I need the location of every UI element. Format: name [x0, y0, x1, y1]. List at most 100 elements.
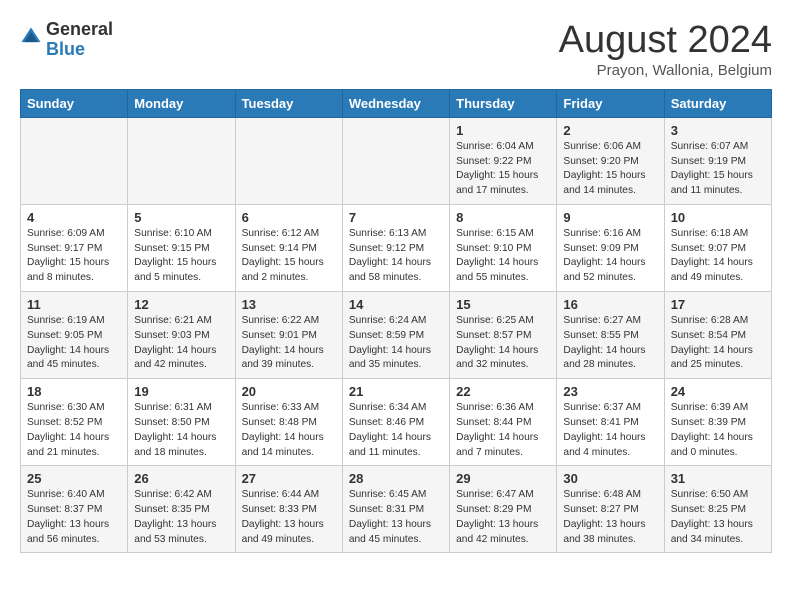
- day-number: 29: [456, 471, 550, 486]
- day-info: Sunrise: 6:42 AM Sunset: 8:35 PM Dayligh…: [134, 488, 228, 547]
- day-info: Sunrise: 6:39 AM Sunset: 8:39 PM Dayligh…: [671, 401, 765, 460]
- logo-general: General: [46, 20, 113, 40]
- day-info: Sunrise: 6:33 AM Sunset: 8:48 PM Dayligh…: [242, 401, 336, 460]
- day-info: Sunrise: 6:40 AM Sunset: 8:37 PM Dayligh…: [27, 488, 121, 547]
- day-number: 26: [134, 471, 228, 486]
- day-info: Sunrise: 6:44 AM Sunset: 8:33 PM Dayligh…: [242, 488, 336, 547]
- weekday-header-saturday: Saturday: [664, 89, 771, 117]
- calendar-cell: 10Sunrise: 6:18 AM Sunset: 9:07 PM Dayli…: [664, 204, 771, 291]
- calendar-cell: 20 Sunrise: 6:33 AM Sunset: 8:48 PM Dayli…: [235, 379, 342, 466]
- page-header: General Blue August 2024 Prayon, Walloni…: [20, 20, 772, 79]
- day-info: Sunrise: 6:27 AM Sunset: 8:55 PM Dayligh…: [563, 314, 657, 373]
- weekday-header-tuesday: Tuesday: [235, 89, 342, 117]
- day-info: Sunrise: 6:50 AM Sunset: 8:25 PM Dayligh…: [671, 488, 765, 547]
- weekday-header-thursday: Thursday: [450, 89, 557, 117]
- day-info: Sunrise: 6:30 AM Sunset: 8:52 PM Dayligh…: [27, 401, 121, 460]
- day-info: Sunrise: 6:24 AM Sunset: 8:59 PM Dayligh…: [349, 314, 443, 373]
- logo-blue: Blue: [46, 40, 113, 60]
- day-info: Sunrise: 6:47 AM Sunset: 8:29 PM Dayligh…: [456, 488, 550, 547]
- month-title: August 2024: [559, 20, 772, 62]
- day-number: 4: [27, 210, 121, 225]
- day-number: 9: [563, 210, 657, 225]
- day-info: Sunrise: 6:34 AM Sunset: 8:46 PM Dayligh…: [349, 401, 443, 460]
- calendar-cell: 15 Sunrise: 6:25 AM Sunset: 8:57 PM Dayli…: [450, 292, 557, 379]
- day-info: Sunrise: 6:12 AM Sunset: 9:14 PM Dayligh…: [242, 227, 336, 286]
- day-number: 11: [27, 297, 121, 312]
- calendar-cell: 30 Sunrise: 6:48 AM Sunset: 8:27 PM Dayli…: [557, 466, 664, 553]
- day-info: Sunrise: 6:48 AM Sunset: 8:27 PM Dayligh…: [563, 488, 657, 547]
- day-info: Sunrise: 6:18 AM Sunset: 9:07 PM Dayligh…: [671, 227, 765, 286]
- day-number: 18: [27, 384, 121, 399]
- location-subtitle: Prayon, Wallonia, Belgium: [559, 62, 772, 79]
- calendar-week-4: 18 Sunrise: 6:30 AM Sunset: 8:52 PM Dayli…: [21, 379, 772, 466]
- calendar-cell: 4 Sunrise: 6:09 AM Sunset: 9:17 PM Daylig…: [21, 204, 128, 291]
- calendar-cell: 18 Sunrise: 6:30 AM Sunset: 8:52 PM Dayli…: [21, 379, 128, 466]
- calendar-week-5: 25 Sunrise: 6:40 AM Sunset: 8:37 PM Dayli…: [21, 466, 772, 553]
- calendar-cell: 31 Sunrise: 6:50 AM Sunset: 8:25 PM Dayli…: [664, 466, 771, 553]
- day-info: Sunrise: 6:25 AM Sunset: 8:57 PM Dayligh…: [456, 314, 550, 373]
- day-info: Sunrise: 6:36 AM Sunset: 8:44 PM Dayligh…: [456, 401, 550, 460]
- calendar-cell: 12Sunrise: 6:21 AM Sunset: 9:03 PM Dayli…: [128, 292, 235, 379]
- weekday-header-sunday: Sunday: [21, 89, 128, 117]
- day-info: Sunrise: 6:04 AM Sunset: 9:22 PM Dayligh…: [456, 140, 550, 199]
- day-info: Sunrise: 6:31 AM Sunset: 8:50 PM Dayligh…: [134, 401, 228, 460]
- day-number: 6: [242, 210, 336, 225]
- calendar-cell: 8Sunrise: 6:15 AM Sunset: 9:10 PM Daylig…: [450, 204, 557, 291]
- day-number: 21: [349, 384, 443, 399]
- calendar-week-3: 11Sunrise: 6:19 AM Sunset: 9:05 PM Dayli…: [21, 292, 772, 379]
- day-number: 14: [349, 297, 443, 312]
- weekday-header-friday: Friday: [557, 89, 664, 117]
- logo-icon: [20, 26, 42, 48]
- logo: General Blue: [20, 20, 113, 60]
- day-number: 13: [242, 297, 336, 312]
- calendar-cell: 19Sunrise: 6:31 AM Sunset: 8:50 PM Dayli…: [128, 379, 235, 466]
- calendar-cell: 24Sunrise: 6:39 AM Sunset: 8:39 PM Dayli…: [664, 379, 771, 466]
- calendar-cell: 26 Sunrise: 6:42 AM Sunset: 8:35 PM Dayli…: [128, 466, 235, 553]
- calendar-cell: 28 Sunrise: 6:45 AM Sunset: 8:31 PM Dayli…: [342, 466, 449, 553]
- day-number: 30: [563, 471, 657, 486]
- day-number: 15: [456, 297, 550, 312]
- day-number: 20: [242, 384, 336, 399]
- day-info: Sunrise: 6:10 AM Sunset: 9:15 PM Dayligh…: [134, 227, 228, 286]
- day-number: 2: [563, 123, 657, 138]
- day-info: Sunrise: 6:37 AM Sunset: 8:41 PM Dayligh…: [563, 401, 657, 460]
- calendar-cell: 25 Sunrise: 6:40 AM Sunset: 8:37 PM Dayli…: [21, 466, 128, 553]
- calendar-cell: [342, 117, 449, 204]
- calendar-table: SundayMondayTuesdayWednesdayThursdayFrid…: [20, 89, 772, 554]
- day-number: 7: [349, 210, 443, 225]
- day-info: Sunrise: 6:45 AM Sunset: 8:31 PM Dayligh…: [349, 488, 443, 547]
- calendar-week-2: 4 Sunrise: 6:09 AM Sunset: 9:17 PM Daylig…: [21, 204, 772, 291]
- day-info: Sunrise: 6:22 AM Sunset: 9:01 PM Dayligh…: [242, 314, 336, 373]
- day-number: 16: [563, 297, 657, 312]
- calendar-cell: 23 Sunrise: 6:37 AM Sunset: 8:41 PM Dayli…: [557, 379, 664, 466]
- day-number: 17: [671, 297, 765, 312]
- day-info: Sunrise: 6:06 AM Sunset: 9:20 PM Dayligh…: [563, 140, 657, 199]
- calendar-cell: 16 Sunrise: 6:27 AM Sunset: 8:55 PM Dayli…: [557, 292, 664, 379]
- calendar-cell: 3Sunrise: 6:07 AM Sunset: 9:19 PM Daylig…: [664, 117, 771, 204]
- calendar-cell: 6 Sunrise: 6:12 AM Sunset: 9:14 PM Daylig…: [235, 204, 342, 291]
- calendar-cell: 9Sunrise: 6:16 AM Sunset: 9:09 PM Daylig…: [557, 204, 664, 291]
- title-section: August 2024 Prayon, Wallonia, Belgium: [559, 20, 772, 79]
- day-number: 5: [134, 210, 228, 225]
- calendar-cell: 11Sunrise: 6:19 AM Sunset: 9:05 PM Dayli…: [21, 292, 128, 379]
- calendar-cell: 17 Sunrise: 6:28 AM Sunset: 8:54 PM Dayli…: [664, 292, 771, 379]
- calendar-cell: 14 Sunrise: 6:24 AM Sunset: 8:59 PM Dayli…: [342, 292, 449, 379]
- weekday-header-monday: Monday: [128, 89, 235, 117]
- calendar-week-1: 1Sunrise: 6:04 AM Sunset: 9:22 PM Daylig…: [21, 117, 772, 204]
- calendar-cell: 21 Sunrise: 6:34 AM Sunset: 8:46 PM Dayli…: [342, 379, 449, 466]
- calendar-cell: 22 Sunrise: 6:36 AM Sunset: 8:44 PM Dayli…: [450, 379, 557, 466]
- calendar-cell: 27 Sunrise: 6:44 AM Sunset: 8:33 PM Dayli…: [235, 466, 342, 553]
- day-info: Sunrise: 6:28 AM Sunset: 8:54 PM Dayligh…: [671, 314, 765, 373]
- day-info: Sunrise: 6:09 AM Sunset: 9:17 PM Dayligh…: [27, 227, 121, 286]
- day-number: 23: [563, 384, 657, 399]
- day-number: 25: [27, 471, 121, 486]
- day-number: 22: [456, 384, 550, 399]
- day-number: 27: [242, 471, 336, 486]
- calendar-cell: 1Sunrise: 6:04 AM Sunset: 9:22 PM Daylig…: [450, 117, 557, 204]
- day-info: Sunrise: 6:15 AM Sunset: 9:10 PM Dayligh…: [456, 227, 550, 286]
- calendar-cell: [235, 117, 342, 204]
- calendar-cell: 13 Sunrise: 6:22 AM Sunset: 9:01 PM Dayli…: [235, 292, 342, 379]
- calendar-cell: 7Sunrise: 6:13 AM Sunset: 9:12 PM Daylig…: [342, 204, 449, 291]
- day-number: 31: [671, 471, 765, 486]
- day-number: 28: [349, 471, 443, 486]
